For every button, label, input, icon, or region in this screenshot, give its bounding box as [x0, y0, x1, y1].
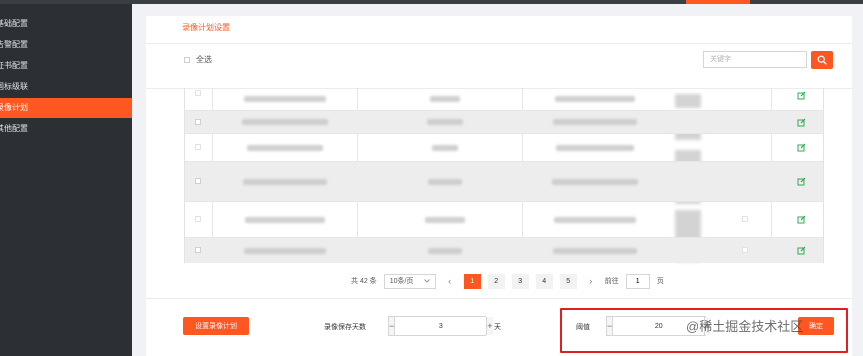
search-icon [817, 55, 827, 65]
page-button-4[interactable]: 4 [535, 273, 553, 289]
sidebar-item-label: 证书配置 [0, 61, 28, 70]
increment-button[interactable]: + [487, 317, 493, 335]
edit-icon[interactable] [797, 91, 806, 100]
table-row[interactable] [185, 161, 823, 201]
retention-days-label: 录像保存天数 [324, 324, 366, 331]
prev-page-button[interactable]: ‹ [443, 274, 457, 289]
row-secondary-checkbox[interactable] [742, 247, 748, 253]
chevron-right-icon: › [589, 276, 593, 286]
goto-suffix: 页 [656, 278, 664, 285]
retention-unit: 天 [494, 324, 501, 331]
edit-icon[interactable] [797, 215, 806, 224]
sidebar-item-gb-cascade[interactable]: 国标级联 [0, 77, 132, 97]
table-row[interactable] [185, 88, 823, 110]
select-all-checkbox[interactable]: 全选 [184, 54, 212, 65]
checkbox-box[interactable] [184, 56, 190, 63]
page-size-select[interactable]: 10条/页 [383, 273, 436, 289]
divider [146, 43, 852, 44]
sidebar-item-label: 其他配置 [0, 124, 28, 133]
sidebar-item-label: 录像计划 [0, 103, 28, 112]
pagination: 共 42 条 10条/页 ‹ 1 2 3 4 5 › 前往 页 [351, 273, 664, 289]
recording-plan-table [184, 88, 824, 263]
threshold-label: 阈值 [576, 324, 590, 331]
goto-label: 前往 [604, 278, 619, 285]
sidebar-item-cert-config[interactable]: 证书配置 [0, 56, 132, 76]
search-input[interactable] [703, 51, 807, 68]
edit-icon[interactable] [797, 118, 806, 127]
table-row[interactable] [185, 133, 823, 161]
chevron-down-icon [423, 279, 430, 283]
page-button-5[interactable]: 5 [559, 273, 577, 289]
total-count: 共 42 条 [351, 278, 377, 285]
row-checkbox[interactable] [195, 178, 201, 184]
main-panel: 录像计划设置 全选 关键字 共 42 条 10条/页 ‹ 1 2 3 4 5 ›… [146, 16, 852, 356]
select-all-label: 全选 [196, 55, 212, 64]
edit-icon[interactable] [797, 143, 806, 152]
next-page-button[interactable]: › [584, 274, 598, 289]
goto-page-input[interactable] [625, 273, 650, 289]
row-checkbox[interactable] [195, 216, 201, 222]
edit-icon[interactable] [797, 246, 806, 255]
sidebar-item-other-config[interactable]: 其他配置 [0, 119, 132, 139]
set-recording-plan-button[interactable]: 设置录像计划 [183, 317, 249, 335]
sidebar-item-label: 告警配置 [0, 40, 28, 49]
sidebar-item-recording-plan[interactable]: 录像计划 [0, 98, 132, 118]
watermark: @稀土掘金技术社区 [686, 319, 804, 334]
confirm-button[interactable]: 确定 [798, 317, 834, 335]
top-bar-active-tab[interactable] [686, 0, 750, 4]
page-size-value: 10条/页 [389, 278, 414, 285]
table-row[interactable] [185, 110, 823, 133]
chevron-left-icon: ‹ [448, 276, 452, 286]
sidebar-item-alarm-config[interactable]: 告警配置 [0, 35, 132, 55]
row-checkbox[interactable] [195, 90, 201, 96]
row-checkbox[interactable] [195, 247, 201, 253]
divider [146, 298, 852, 299]
sidebar: 基础配置 告警配置 证书配置 国标级联 录像计划 其他配置 [0, 4, 132, 356]
page-button-3[interactable]: 3 [511, 273, 529, 289]
sidebar-item-label: 基础配置 [0, 19, 28, 28]
page-button-1[interactable]: 1 [463, 273, 481, 289]
page-title: 录像计划设置 [182, 23, 230, 32]
page-button-2[interactable]: 2 [487, 273, 505, 289]
table-row[interactable] [185, 237, 823, 263]
edit-icon[interactable] [797, 177, 806, 186]
row-checkbox[interactable] [195, 119, 201, 125]
table-row[interactable] [185, 201, 823, 237]
search-button[interactable] [811, 51, 833, 69]
sidebar-item-basic-config[interactable]: 基础配置 [0, 14, 132, 34]
row-secondary-checkbox[interactable] [742, 216, 748, 222]
retention-days-stepper: − + [388, 316, 493, 336]
row-checkbox[interactable] [195, 144, 201, 150]
sidebar-item-label: 国标级联 [0, 82, 28, 91]
retention-days-input[interactable] [394, 317, 488, 335]
